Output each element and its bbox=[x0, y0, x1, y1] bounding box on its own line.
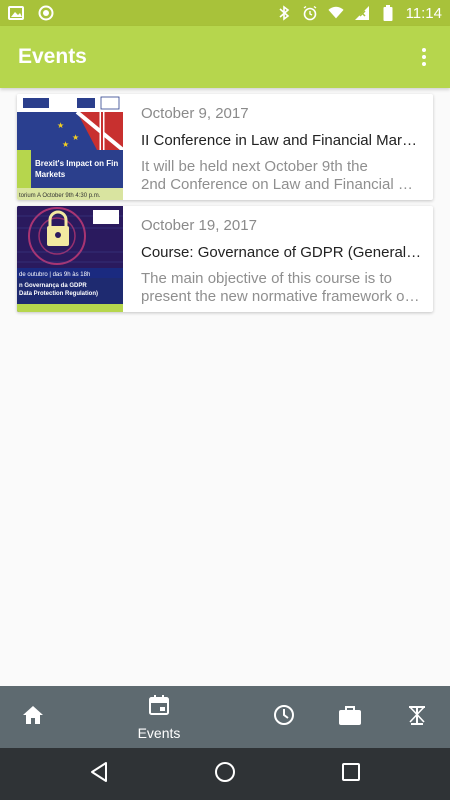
event-description-line: 2nd Conference on Law and Financial Mark… bbox=[141, 176, 423, 193]
nav-law[interactable] bbox=[396, 686, 438, 748]
event-description-line: The main objective of this course is to bbox=[141, 270, 392, 287]
svg-text:★: ★ bbox=[62, 140, 69, 149]
recents-icon bbox=[341, 762, 361, 787]
home-system-button[interactable] bbox=[211, 760, 239, 788]
calendar-icon bbox=[148, 694, 170, 721]
scales-icon bbox=[405, 704, 429, 731]
status-time: 11:14 bbox=[405, 4, 442, 22]
event-description-line: It will be held next October 9th the bbox=[141, 158, 368, 175]
event-title: Course: Governance of GDPR (General Data… bbox=[141, 244, 423, 261]
more-vert-icon bbox=[422, 48, 426, 52]
clock-icon bbox=[273, 704, 295, 731]
event-title: II Conference in Law and Financial Marke… bbox=[141, 132, 423, 149]
svg-text:Data Protection Regulation): Data Protection Regulation) bbox=[19, 291, 98, 297]
signal-icon bbox=[354, 5, 370, 21]
more-vert-dot bbox=[422, 62, 426, 66]
event-text: October 9, 2017 II Conference in Law and… bbox=[123, 94, 433, 200]
page-title: Events bbox=[18, 45, 87, 68]
svg-text:n Governança da GDPR: n Governança da GDPR bbox=[19, 283, 87, 289]
events-list: ★ ★ ★ Brexit's Impact on Fin Markets tor… bbox=[0, 88, 450, 686]
nav-schedule[interactable] bbox=[263, 686, 305, 748]
event-date: October 9, 2017 bbox=[141, 105, 249, 122]
svg-text:★: ★ bbox=[72, 133, 79, 142]
svg-text:Markets: Markets bbox=[35, 170, 66, 179]
wifi-icon bbox=[328, 5, 344, 21]
status-bar: 11:14 bbox=[0, 0, 450, 26]
event-description: It will be held next October 9th the 2nd… bbox=[141, 158, 423, 194]
svg-text:★: ★ bbox=[57, 121, 64, 130]
system-navigation-bar bbox=[0, 748, 450, 800]
nav-events[interactable]: Events bbox=[128, 686, 190, 748]
event-date: October 19, 2017 bbox=[141, 217, 257, 234]
alarm-icon bbox=[302, 5, 318, 21]
app-bar: Events bbox=[0, 26, 450, 88]
nav-label: Events bbox=[137, 724, 181, 741]
recents-button[interactable] bbox=[337, 760, 365, 788]
event-text: October 19, 2017 Course: Governance of G… bbox=[123, 206, 433, 312]
svg-text:Brexit's Impact on Fin: Brexit's Impact on Fin bbox=[35, 159, 118, 168]
back-button[interactable] bbox=[85, 760, 113, 788]
more-vert-dot bbox=[422, 55, 426, 59]
event-description: The main objective of this course is to … bbox=[141, 270, 423, 306]
event-card[interactable]: ★ ★ ★ Brexit's Impact on Fin Markets tor… bbox=[17, 94, 433, 200]
nav-jobs[interactable] bbox=[329, 686, 371, 748]
image-icon bbox=[8, 5, 24, 21]
svg-text:torium A October 9th 4:3: torium A October 9th 4:30 p.m. bbox=[19, 193, 101, 199]
svg-text:de outubro | das 9h às 18h: de outubro | das 9h às 18h bbox=[19, 272, 90, 278]
event-thumbnail: de outubro | das 9h às 18h n Governança … bbox=[17, 206, 123, 312]
home-icon bbox=[22, 705, 44, 730]
event-description-line: present the new normative framework of t… bbox=[141, 288, 423, 305]
bluetooth-icon bbox=[276, 5, 292, 21]
battery-icon bbox=[380, 5, 396, 21]
briefcase-icon bbox=[338, 704, 362, 731]
overflow-menu-button[interactable] bbox=[412, 45, 436, 69]
back-icon bbox=[88, 761, 110, 788]
event-thumbnail: ★ ★ ★ Brexit's Impact on Fin Markets tor… bbox=[17, 94, 123, 200]
home-circle-icon bbox=[214, 761, 236, 788]
event-card[interactable]: de outubro | das 9h às 18h n Governança … bbox=[17, 206, 433, 312]
circle-notification-icon bbox=[38, 5, 54, 21]
bottom-navigation: Events bbox=[0, 686, 450, 748]
nav-home[interactable] bbox=[12, 686, 54, 748]
